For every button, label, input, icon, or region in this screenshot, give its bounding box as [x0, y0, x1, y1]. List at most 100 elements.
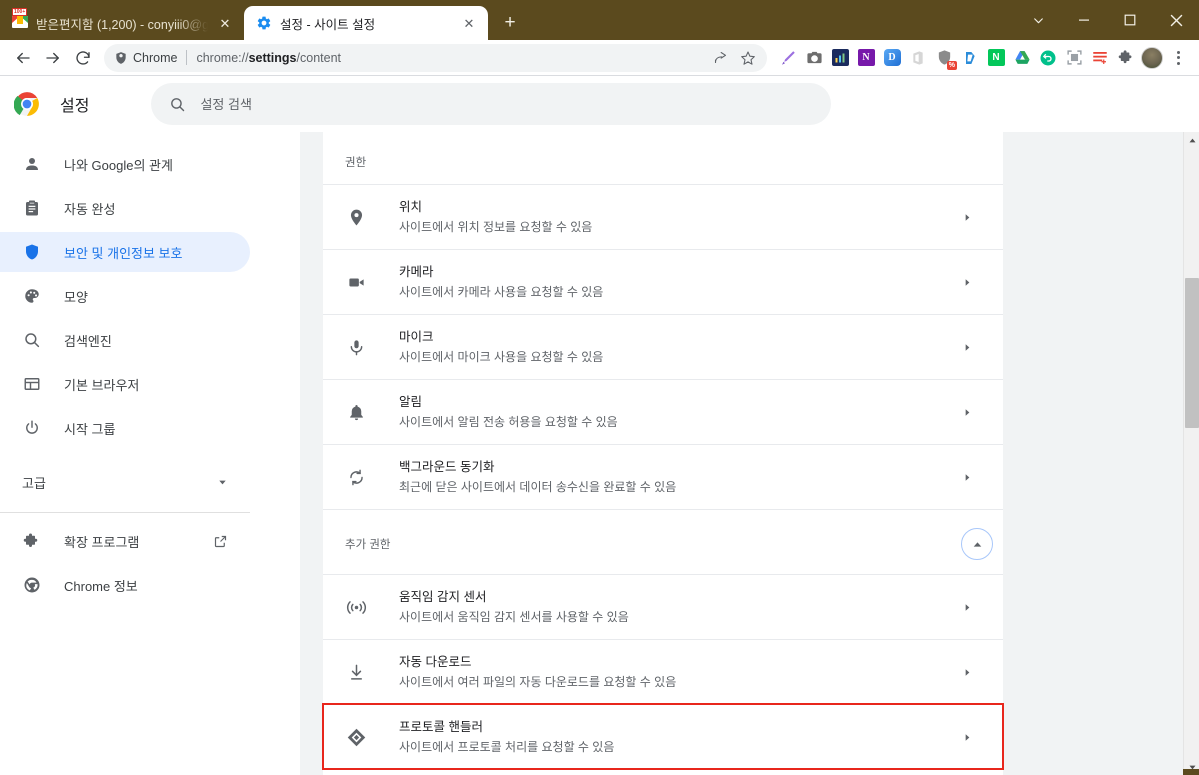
- permission-title: 마이크: [399, 329, 434, 344]
- pen-highlighter-extension[interactable]: [775, 45, 801, 71]
- section-heading-additional-permissions: 추가 권한: [345, 539, 391, 551]
- permission-title: 프로토콜 핸들러: [399, 719, 483, 734]
- permission-row-automatic-downloads[interactable]: 자동 다운로드 사이트에서 여러 파일의 자동 다운로드를 요청할 수 있음: [323, 639, 1003, 704]
- permission-text: 프로토콜 핸들러 사이트에서 프로토콜 처리를 요청할 수 있음: [399, 718, 962, 757]
- tab-close-gmail[interactable]: ✕: [216, 14, 234, 32]
- sidebar-item-privacy-security[interactable]: 보안 및 개인정보 보호: [0, 232, 250, 272]
- chevron-right-icon[interactable]: [962, 212, 973, 223]
- settings-body: 나와 Google의 관계 자동 완성 보안 및 개인정보 보호 모양 검색엔진: [0, 132, 1183, 775]
- permission-title: 백그라운드 동기화: [399, 459, 495, 474]
- chevron-right-icon[interactable]: [962, 732, 973, 743]
- window-titlebar: 100+ 받은편지함 (1,200) - conyiii0@gm ✕ 설정 - …: [0, 0, 1199, 40]
- screenshot-camera-extension[interactable]: [801, 45, 827, 71]
- permission-subtitle: 사이트에서 알림 전송 허용을 요청할 수 있음: [399, 414, 618, 429]
- sidebar-item-search-engine[interactable]: 검색엔진: [0, 320, 250, 360]
- permission-row-protocol-handlers[interactable]: 프로토콜 핸들러 사이트에서 프로토콜 처리를 요청할 수 있음: [322, 703, 1004, 770]
- section-heading-additional-permissions-row: 추가 권한: [323, 509, 1003, 574]
- permission-row-motion-sensors[interactable]: 움직임 감지 센서 사이트에서 움직임 감지 센서를 사용할 수 있음: [323, 574, 1003, 639]
- percent-badge: %: [946, 60, 957, 70]
- video-camera-icon: [345, 271, 367, 293]
- download-icon: [345, 661, 367, 683]
- sidebar-item-appearance[interactable]: 모양: [0, 276, 250, 316]
- permission-subtitle: 사이트에서 프로토콜 처리를 요청할 수 있음: [399, 739, 615, 754]
- permission-row-notifications[interactable]: 알림 사이트에서 알림 전송 허용을 요청할 수 있음: [323, 379, 1003, 444]
- chevron-up-icon: [971, 538, 984, 551]
- permission-subtitle: 사이트에서 카메라 사용을 요청할 수 있음: [399, 284, 604, 299]
- forward-button[interactable]: [38, 43, 68, 73]
- search-box[interactable]: [151, 83, 832, 125]
- sidebar-item-extensions[interactable]: 확장 프로그램: [0, 521, 250, 561]
- sidebar-item-label: 검색엔진: [64, 333, 112, 349]
- scrollbar-thumb[interactable]: [1185, 278, 1199, 428]
- sidebar-item-startup[interactable]: 시작 그룹: [0, 408, 250, 448]
- extensions-puzzle-icon[interactable]: [1113, 45, 1139, 71]
- omnibox-url[interactable]: chrome://settings/content: [196, 51, 709, 65]
- adblock-extension[interactable]: [1087, 45, 1113, 71]
- dictionary-d-extension[interactable]: D: [879, 45, 905, 71]
- sidebar-advanced-expander[interactable]: 고급: [0, 462, 250, 502]
- sidebar-item-about-chrome[interactable]: Chrome 정보: [0, 565, 250, 605]
- open-in-new-icon: [213, 534, 228, 549]
- capture-region-extension[interactable]: [1061, 45, 1087, 71]
- tab-search-button[interactable]: [1015, 0, 1061, 40]
- chevron-right-icon[interactable]: [962, 472, 973, 483]
- tab-close-settings[interactable]: ✕: [460, 14, 478, 32]
- search-input[interactable]: [200, 83, 832, 125]
- permission-row-location[interactable]: 위치 사이트에서 위치 정보를 요청할 수 있음: [323, 184, 1003, 249]
- permission-title: 자동 다운로드: [399, 654, 472, 669]
- coupon-percent-extension[interactable]: %: [931, 45, 957, 71]
- chevron-right-icon[interactable]: [962, 342, 973, 353]
- close-button[interactable]: [1153, 0, 1199, 40]
- section-heading-permissions: 권한: [345, 157, 367, 169]
- analytics-bar-chart-extension[interactable]: [827, 45, 853, 71]
- permission-title: 알림: [399, 394, 423, 409]
- office-extension[interactable]: [905, 45, 931, 71]
- permission-text: 자동 다운로드 사이트에서 여러 파일의 자동 다운로드를 요청할 수 있음: [399, 653, 962, 692]
- sidebar-item-default-browser[interactable]: 기본 브라우저: [0, 364, 250, 404]
- browser-toolbar: Chrome chrome://settings/content N D % N: [0, 40, 1199, 76]
- new-tab-button[interactable]: +: [496, 8, 524, 36]
- chevron-right-icon[interactable]: [962, 667, 973, 678]
- site-identity-chip[interactable]: Chrome: [114, 51, 177, 65]
- maximize-button[interactable]: [1107, 0, 1153, 40]
- minimize-button[interactable]: [1061, 0, 1107, 40]
- page-scrollbar[interactable]: [1183, 132, 1199, 775]
- share-icon[interactable]: [709, 47, 731, 69]
- permission-row-microphone[interactable]: 마이크 사이트에서 마이크 사용을 요청할 수 있음: [323, 314, 1003, 379]
- collapse-additional-permissions-button[interactable]: [961, 528, 993, 560]
- microphone-icon: [345, 336, 367, 358]
- sidebar-item-autofill[interactable]: 자동 완성: [0, 188, 250, 228]
- permission-text: 위치 사이트에서 위치 정보를 요청할 수 있음: [399, 198, 962, 237]
- scroll-up-button[interactable]: [1184, 132, 1199, 148]
- sidebar-item-google-relationship[interactable]: 나와 Google의 관계: [0, 144, 250, 184]
- permission-row-background-sync[interactable]: 백그라운드 동기화 최근에 닫은 사이트에서 데이터 송수신을 완료할 수 있음: [323, 444, 1003, 509]
- chevron-right-icon[interactable]: [962, 407, 973, 418]
- advanced-label: 고급: [22, 475, 46, 491]
- chevron-right-icon[interactable]: [962, 277, 973, 288]
- profile-avatar[interactable]: [1139, 45, 1165, 71]
- star-icon[interactable]: [737, 47, 759, 69]
- site-settings-card: 권한 위치 사이트에서 위치 정보를 요청할 수 있음 카메라 사이트에서 카메…: [322, 132, 1004, 775]
- google-drive-extension[interactable]: [1009, 45, 1035, 71]
- tab-title-settings: 설정 - 사이트 설정: [280, 17, 376, 32]
- browser-tab-gmail[interactable]: 100+ 받은편지함 (1,200) - conyiii0@gm ✕: [0, 6, 244, 40]
- reload-button[interactable]: [68, 43, 98, 73]
- address-bar[interactable]: Chrome chrome://settings/content: [104, 43, 767, 72]
- onenote-extension[interactable]: N: [853, 45, 879, 71]
- permission-row-camera[interactable]: 카메라 사이트에서 카메라 사용을 요청할 수 있음: [323, 249, 1003, 314]
- evernote-sync-extension[interactable]: [1035, 45, 1061, 71]
- sidebar-item-label: 기본 브라우저: [64, 377, 140, 393]
- browser-tab-settings[interactable]: 설정 - 사이트 설정 ✕: [244, 6, 488, 40]
- papago-translate-extension[interactable]: [957, 45, 983, 71]
- omnibox-divider: [186, 50, 188, 65]
- window-controls: [1015, 0, 1199, 40]
- chrome-menu-button[interactable]: [1165, 45, 1191, 71]
- search-icon: [22, 330, 42, 350]
- chevron-right-icon[interactable]: [962, 602, 973, 613]
- permission-subtitle: 사이트에서 여러 파일의 자동 다운로드를 요청할 수 있음: [399, 674, 677, 689]
- naver-extension[interactable]: N: [983, 45, 1009, 71]
- sidebar-item-label: 나와 Google의 관계: [64, 157, 173, 173]
- tab-strip: 100+ 받은편지함 (1,200) - conyiii0@gm ✕ 설정 - …: [0, 0, 488, 40]
- back-button[interactable]: [8, 43, 38, 73]
- clipboard-icon: [22, 198, 42, 218]
